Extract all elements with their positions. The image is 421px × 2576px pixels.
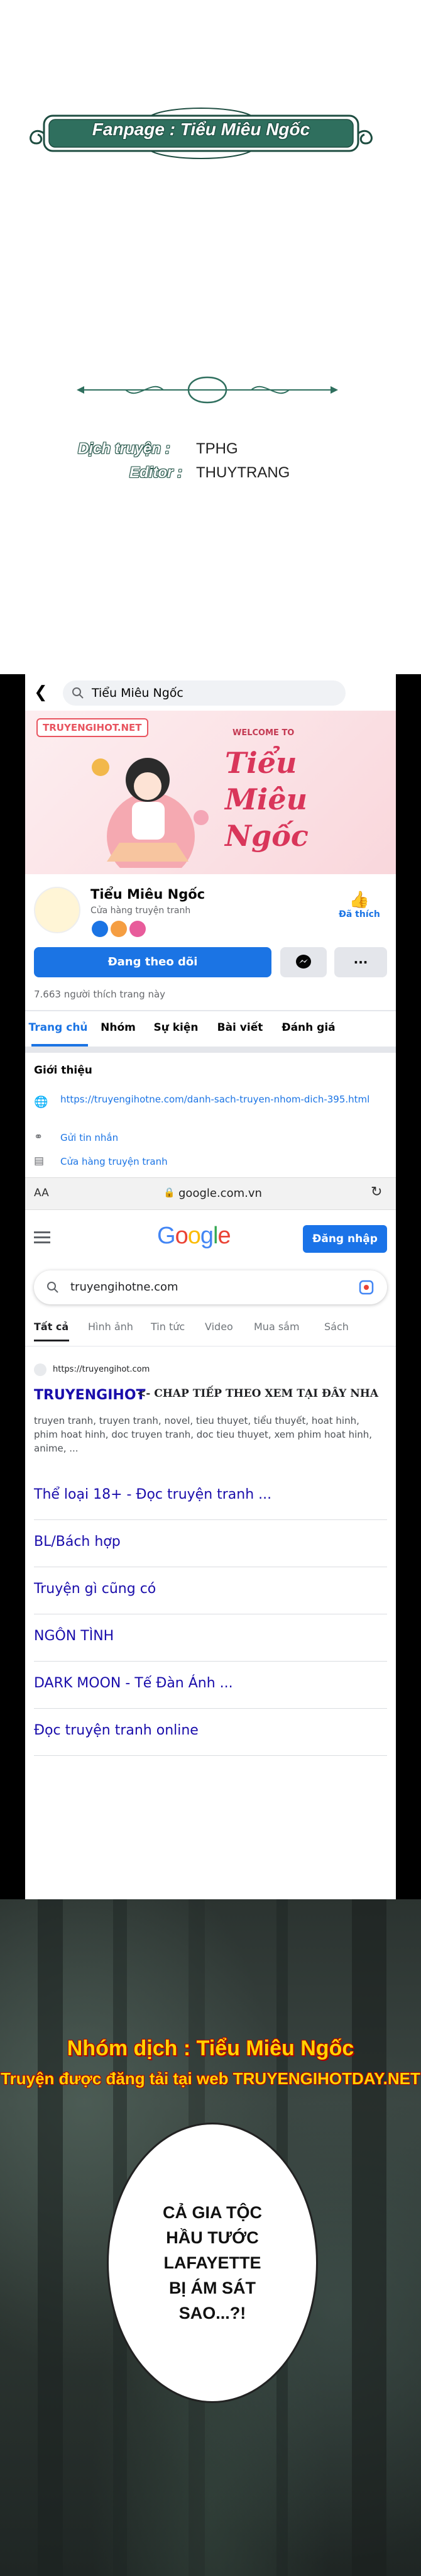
sitelink-label: DARK MOON - Tế Đàn Ánh ... — [34, 1675, 233, 1691]
hamburger-menu-icon[interactable] — [34, 1231, 50, 1243]
sitelink-label: Đọc truyện tranh online — [34, 1723, 199, 1738]
intro-title: Giới thiệu — [34, 1064, 92, 1077]
search-icon — [47, 1282, 58, 1293]
sitelink-label: NGÔN TÌNH — [34, 1628, 114, 1644]
site-favicon-icon — [34, 1363, 46, 1376]
page-category: Cửa hàng truyện tranh — [90, 906, 191, 916]
fanpage-banner: Fanpage : Tiểu Miêu Ngốc — [25, 106, 377, 161]
result-snippet: truyen tranh, truyen tranh, novel, tieu … — [34, 1415, 373, 1454]
phone-screenshot: ❮ Tiểu Miêu Ngốc TRUYENGIHOT.NET WELCOME… — [25, 674, 396, 1899]
more-button[interactable]: ··· — [334, 947, 387, 977]
more-button-label: ··· — [353, 955, 368, 970]
intro-link[interactable]: https://truyengihotne.com/danh-sach-truy… — [60, 1093, 381, 1106]
translation-team-title: Nhóm dịch : Tiểu Miêu Ngốc — [67, 2036, 354, 2060]
fb-search-box[interactable]: Tiểu Miêu Ngốc — [63, 680, 346, 706]
tab-home[interactable]: Trang chủ — [25, 1021, 91, 1034]
speech-line: CẢ GIA TỘC — [163, 2203, 262, 2222]
reader-aa-button[interactable]: AA — [34, 1187, 49, 1199]
store-icon: ▤ — [34, 1155, 45, 1167]
speech-line: SAO...?! — [178, 2304, 246, 2323]
reload-icon[interactable]: ↻ — [371, 1184, 382, 1200]
tab-posts[interactable]: Bài viết — [209, 1021, 271, 1034]
speech-line: HẦU TƯỚC — [166, 2228, 259, 2247]
page-badges — [92, 921, 146, 940]
cover-welcome: WELCOME TO — [232, 728, 295, 738]
speech-line: LAFAYETTE — [163, 2253, 261, 2272]
result-url[interactable]: https://truyengihot.com — [53, 1365, 150, 1374]
sitelink-label: BL/Bách hợp — [34, 1534, 121, 1550]
badge-icon — [129, 921, 146, 937]
translator-value: TPHG — [196, 440, 238, 457]
liked-indicator[interactable]: 👍 Đã thích — [334, 891, 385, 919]
badge-icon — [92, 921, 108, 937]
browser-address-bar[interactable]: AA 🔒 google.com.vn ↻ — [25, 1177, 396, 1210]
fb-cover: TRUYENGIHOT.NET WELCOME TO Tiểu Miêu Ngố… — [25, 711, 396, 874]
sitelink-item[interactable]: DARK MOON - Tế Đàn Ánh ... — [34, 1662, 387, 1709]
posting-note: Truyện được đăng tải tại web TRUYENGIHOT… — [1, 2069, 420, 2088]
liked-label: Đã thích — [339, 909, 380, 919]
result-annotation: <- CHAP TIẾP THEO XEM TẠI ĐÂY NHA — [137, 1387, 379, 1400]
speech-text: CẢ GIA TỘC HẦU TƯỚC LAFAYETTE BỊ ÁM SÁT … — [109, 2200, 316, 2326]
translator-label: Dịch truyện : — [78, 440, 170, 457]
store-link[interactable]: Cửa hàng truyện tranh — [60, 1156, 168, 1167]
speech-line: BỊ ÁM SÁT — [169, 2279, 256, 2297]
speech-bubble: CẢ GIA TỘC HẦU TƯỚC LAFAYETTE BỊ ÁM SÁT … — [107, 2123, 318, 2403]
search-icon — [72, 687, 84, 699]
globe-icon: 🌐 — [34, 1096, 48, 1109]
fb-tabs: Trang chủ Nhóm Sự kiện Bài viết Đánh giá — [25, 1011, 396, 1046]
page-avatar[interactable] — [34, 887, 80, 933]
credits-ornament — [77, 376, 338, 404]
sitelink-item[interactable]: Truyện gì cũng có — [34, 1567, 387, 1614]
gtab-all[interactable]: Tất cả — [34, 1321, 68, 1333]
gtab-images[interactable]: Hình ảnh — [88, 1321, 133, 1333]
fb-header: ❮ Tiểu Miêu Ngốc — [25, 674, 396, 711]
google-tabs: Tất cả Hình ảnh Tin tức Video Mua sắm Sá… — [25, 1321, 396, 1346]
fb-search-text: Tiểu Miêu Ngốc — [92, 686, 183, 700]
sitelinks-list: Thể loại 18+ - Đọc truyện tranh ... BL/B… — [34, 1473, 387, 1756]
lock-icon: 🔒 — [163, 1187, 175, 1198]
gtab-active-indicator — [34, 1340, 69, 1341]
sitelink-item[interactable]: BL/Bách hợp — [34, 1520, 387, 1567]
thumbs-up-icon: 👍 — [349, 891, 370, 909]
messenger-small-icon: ⚭ — [34, 1131, 43, 1143]
sitelink-label: Thể loại 18+ - Đọc truyện tranh ... — [34, 1487, 272, 1502]
cover-illustration — [92, 758, 209, 868]
gtab-shopping[interactable]: Mua sắm — [254, 1321, 300, 1333]
back-arrow-icon[interactable]: ❮ — [34, 683, 48, 702]
manga-panel: Nhóm dịch : Tiểu Miêu Ngốc Truyện được đ… — [0, 1899, 421, 2576]
google-query-text: truyengihotne.com — [70, 1280, 178, 1294]
editor-value: THUYTRANG — [196, 464, 290, 481]
fanpage-title: Fanpage : Tiểu Miêu Ngốc — [92, 119, 310, 139]
page-name: Tiểu Miêu Ngốc — [90, 887, 205, 902]
sitelink-item[interactable]: Thể loại 18+ - Đọc truyện tranh ... — [34, 1473, 387, 1520]
sitelink-item[interactable]: Đọc truyện tranh online — [34, 1709, 387, 1756]
badge-icon — [111, 921, 127, 937]
result-title[interactable]: TRUYENGIHOT — [34, 1387, 146, 1403]
send-message-link[interactable]: Gửi tin nhắn — [60, 1132, 118, 1143]
sitelink-label: Truyện gì cũng có — [34, 1581, 156, 1597]
url-text: google.com.vn — [178, 1187, 262, 1200]
signin-label: Đăng nhập — [312, 1233, 378, 1245]
gtab-news[interactable]: Tin tức — [151, 1321, 185, 1333]
gtab-video[interactable]: Video — [205, 1321, 233, 1333]
tab-events[interactable]: Sự kiện — [145, 1021, 207, 1034]
cover-title: Tiểu Miêu Ngốc — [225, 746, 309, 853]
cover-logo: TRUYENGIHOT.NET — [36, 718, 148, 737]
tab-groups[interactable]: Nhóm — [93, 1021, 143, 1034]
follow-button[interactable]: Đang theo dõi — [34, 947, 271, 977]
editor-label: Editor : — [129, 464, 182, 481]
sitelink-item[interactable]: NGÔN TÌNH — [34, 1614, 387, 1662]
gtab-books[interactable]: Sách — [324, 1321, 349, 1333]
google-signin-button[interactable]: Đăng nhập — [303, 1225, 387, 1253]
likes-count: 7.663 người thích trang này — [34, 989, 166, 1000]
tab-reviews[interactable]: Đánh giá — [274, 1021, 343, 1034]
google-lens-icon[interactable] — [358, 1279, 375, 1296]
messenger-icon — [296, 955, 311, 969]
divider — [25, 1046, 396, 1053]
messenger-button[interactable] — [280, 947, 327, 977]
google-search-input[interactable]: truyengihotne.com — [34, 1270, 387, 1304]
credits-block: Dịch truyện : TPHG Editor : THUYTRANG — [69, 371, 346, 509]
follow-button-label: Đang theo dõi — [107, 955, 198, 969]
google-logo: Google — [157, 1223, 231, 1249]
